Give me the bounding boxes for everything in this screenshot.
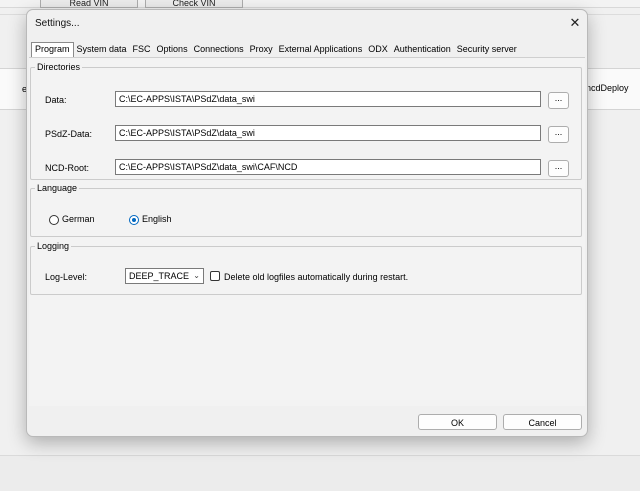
dialog-title: Settings...: [35, 18, 80, 29]
tab-program[interactable]: Program: [31, 42, 74, 57]
directories-legend: Directories: [37, 62, 81, 72]
data-label: Data:: [45, 95, 67, 105]
tab-system-data[interactable]: System data: [74, 43, 130, 56]
tab-options[interactable]: Options: [154, 43, 191, 56]
delete-logfiles-label: Delete old logfiles automatically during…: [224, 272, 409, 282]
tab-strip: Program System data FSC Options Connecti…: [31, 42, 520, 57]
tab-odx[interactable]: ODX: [365, 43, 391, 56]
logging-group: Logging: [30, 241, 582, 295]
read-vin-button[interactable]: Read VIN: [40, 0, 138, 8]
german-label: German: [62, 214, 95, 224]
logging-legend: Logging: [37, 241, 70, 251]
log-level-value: DEEP_TRACE: [129, 271, 190, 281]
psdz-data-label: PSdZ-Data:: [45, 129, 93, 139]
ok-button[interactable]: OK: [418, 414, 497, 430]
tab-proxy[interactable]: Proxy: [247, 43, 276, 56]
ncd-root-browse-button[interactable]: ...: [548, 160, 569, 177]
tab-authentication[interactable]: Authentication: [391, 43, 454, 56]
dialog-titlebar: Settings... ✕: [27, 10, 587, 38]
delete-logfiles-checkbox[interactable]: [210, 271, 220, 281]
background-footer: [0, 455, 640, 491]
ncd-root-path-input[interactable]: [115, 159, 541, 175]
log-level-dropdown[interactable]: DEEP_TRACE ⌄: [125, 268, 204, 284]
language-group: Language: [30, 183, 582, 237]
background-right-text: ncdDeploy: [586, 83, 629, 93]
english-label: English: [142, 214, 172, 224]
language-legend: Language: [37, 183, 78, 193]
german-radio[interactable]: [49, 215, 59, 225]
check-vin-button[interactable]: Check VIN: [145, 0, 243, 8]
data-path-input[interactable]: [115, 91, 541, 107]
english-radio[interactable]: [129, 215, 139, 225]
cancel-button[interactable]: Cancel: [503, 414, 582, 430]
psdz-data-browse-button[interactable]: ...: [548, 126, 569, 143]
ncd-root-label: NCD-Root:: [45, 163, 90, 173]
close-icon[interactable]: ✕: [566, 14, 584, 32]
chevron-down-icon: ⌄: [193, 271, 200, 280]
psdz-data-path-input[interactable]: [115, 125, 541, 141]
tab-connections[interactable]: Connections: [191, 43, 247, 56]
log-level-label: Log-Level:: [45, 272, 88, 282]
tab-security-server[interactable]: Security server: [454, 43, 520, 56]
data-browse-button[interactable]: ...: [548, 92, 569, 109]
tab-fsc[interactable]: FSC: [130, 43, 154, 56]
settings-dialog: Settings... ✕ Program System data FSC Op…: [26, 9, 588, 437]
tab-external-applications[interactable]: External Applications: [276, 43, 366, 56]
tab-content-program: Directories Data: ... PSdZ-Data: ... NCD…: [29, 57, 585, 406]
